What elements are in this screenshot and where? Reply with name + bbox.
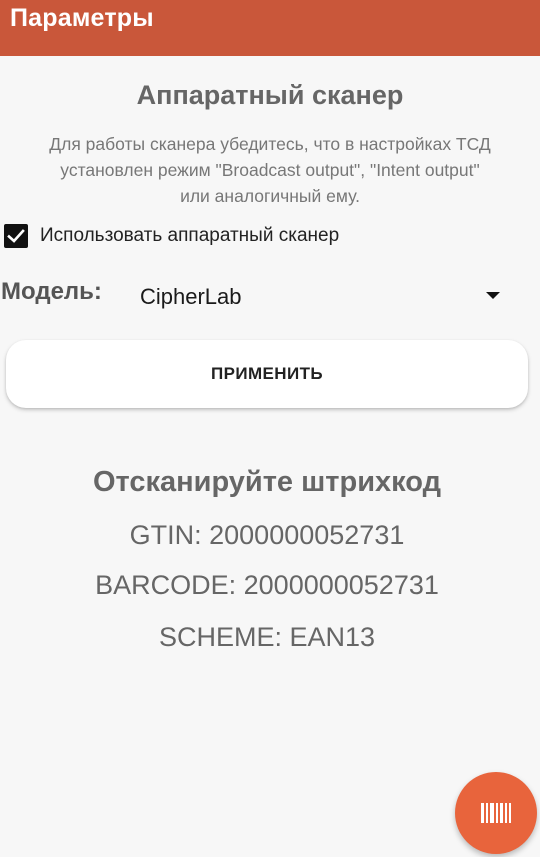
scanner-description: Для работы сканера убедитесь, что в наст… bbox=[0, 131, 540, 209]
app-bar: Параметры bbox=[0, 0, 540, 56]
scheme-value: SCHEME: EAN13 bbox=[158, 622, 376, 652]
model-dropdown[interactable]: CipherLab bbox=[140, 280, 510, 314]
barcode-icon bbox=[481, 803, 511, 823]
apply-button[interactable]: ПРИМЕНИТЬ bbox=[6, 340, 528, 408]
scan-barcode-fab[interactable] bbox=[455, 772, 537, 854]
model-selected-value[interactable]: CipherLab bbox=[140, 284, 242, 310]
check-icon bbox=[7, 229, 25, 243]
description-line: установлен режим "Broadcast output", "In… bbox=[60, 160, 480, 180]
use-hardware-scanner-row[interactable]: Использовать аппаратный сканер bbox=[4, 224, 339, 248]
description-line: или аналогичный ему. bbox=[180, 186, 360, 206]
use-hardware-scanner-checkbox[interactable] bbox=[4, 224, 28, 248]
section-title-hardware-scanner: Аппаратный сканер bbox=[136, 80, 404, 110]
dropdown-arrow-icon[interactable] bbox=[486, 292, 500, 299]
gtin-value: GTIN: 2000000052731 bbox=[129, 520, 405, 550]
model-label: Модель: bbox=[1, 278, 102, 305]
use-hardware-scanner-label[interactable]: Использовать аппаратный сканер bbox=[40, 225, 339, 247]
barcode-value: BARCODE: 2000000052731 bbox=[95, 570, 439, 600]
description-line: Для работы сканера убедитесь, что в наст… bbox=[49, 134, 491, 154]
page-title: Параметры bbox=[10, 3, 154, 32]
scan-prompt-title: Отсканируйте штрихкод bbox=[92, 466, 442, 498]
